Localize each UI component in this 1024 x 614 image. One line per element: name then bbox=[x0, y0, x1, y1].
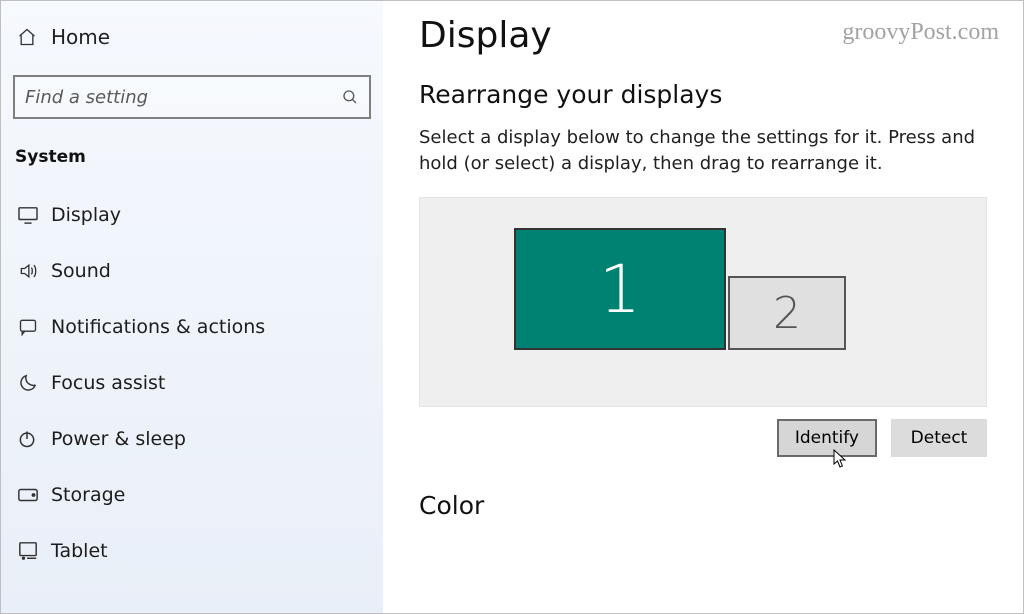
sidebar-item-label: Sound bbox=[51, 260, 111, 282]
detect-button[interactable]: Detect bbox=[891, 419, 987, 457]
search-input-container[interactable] bbox=[13, 75, 371, 119]
sidebar-item-label: Notifications & actions bbox=[51, 316, 265, 338]
sidebar-item-label: Display bbox=[51, 204, 121, 226]
focus-assist-icon bbox=[17, 372, 51, 394]
tablet-icon bbox=[17, 541, 51, 561]
display-arrangement-canvas[interactable]: 1 2 bbox=[419, 197, 987, 407]
monitor-1[interactable]: 1 bbox=[514, 228, 726, 350]
monitor-1-label: 1 bbox=[599, 251, 641, 328]
rearrange-description: Select a display below to change the set… bbox=[419, 125, 999, 177]
sidebar-item-display[interactable]: Display bbox=[1, 187, 383, 243]
watermark-text: groovyPost.com bbox=[842, 19, 999, 46]
home-icon bbox=[17, 27, 51, 47]
search-input[interactable] bbox=[25, 87, 341, 108]
sidebar-item-storage[interactable]: Storage bbox=[1, 467, 383, 523]
sidebar-item-label: Tablet bbox=[51, 540, 108, 562]
sound-icon bbox=[17, 261, 51, 281]
settings-sidebar: Home System Display Sound bbox=[1, 1, 383, 613]
rearrange-heading: Rearrange your displays bbox=[419, 80, 999, 109]
identify-button[interactable]: Identify bbox=[777, 419, 877, 457]
sidebar-item-sound[interactable]: Sound bbox=[1, 243, 383, 299]
section-label-system: System bbox=[1, 141, 383, 187]
sidebar-item-tablet[interactable]: Tablet bbox=[1, 523, 383, 579]
identify-button-label: Identify bbox=[795, 428, 859, 448]
monitor-2[interactable]: 2 bbox=[728, 276, 846, 350]
main-panel: groovyPost.com Display Rearrange your di… bbox=[383, 1, 1023, 613]
power-icon bbox=[17, 429, 51, 449]
sidebar-item-label: Power & sleep bbox=[51, 428, 186, 450]
sidebar-item-notifications[interactable]: Notifications & actions bbox=[1, 299, 383, 355]
display-icon bbox=[17, 206, 51, 224]
storage-icon bbox=[17, 487, 51, 503]
color-heading: Color bbox=[419, 491, 999, 520]
home-label: Home bbox=[51, 25, 110, 49]
sidebar-item-label: Focus assist bbox=[51, 372, 165, 394]
notifications-icon bbox=[17, 317, 51, 337]
home-nav[interactable]: Home bbox=[1, 9, 383, 65]
detect-button-label: Detect bbox=[911, 428, 968, 448]
sidebar-item-label: Storage bbox=[51, 484, 125, 506]
monitor-2-label: 2 bbox=[773, 288, 801, 339]
search-icon bbox=[341, 88, 359, 106]
sidebar-item-power-sleep[interactable]: Power & sleep bbox=[1, 411, 383, 467]
sidebar-item-focus-assist[interactable]: Focus assist bbox=[1, 355, 383, 411]
display-buttons-row: Identify Detect bbox=[419, 419, 987, 457]
